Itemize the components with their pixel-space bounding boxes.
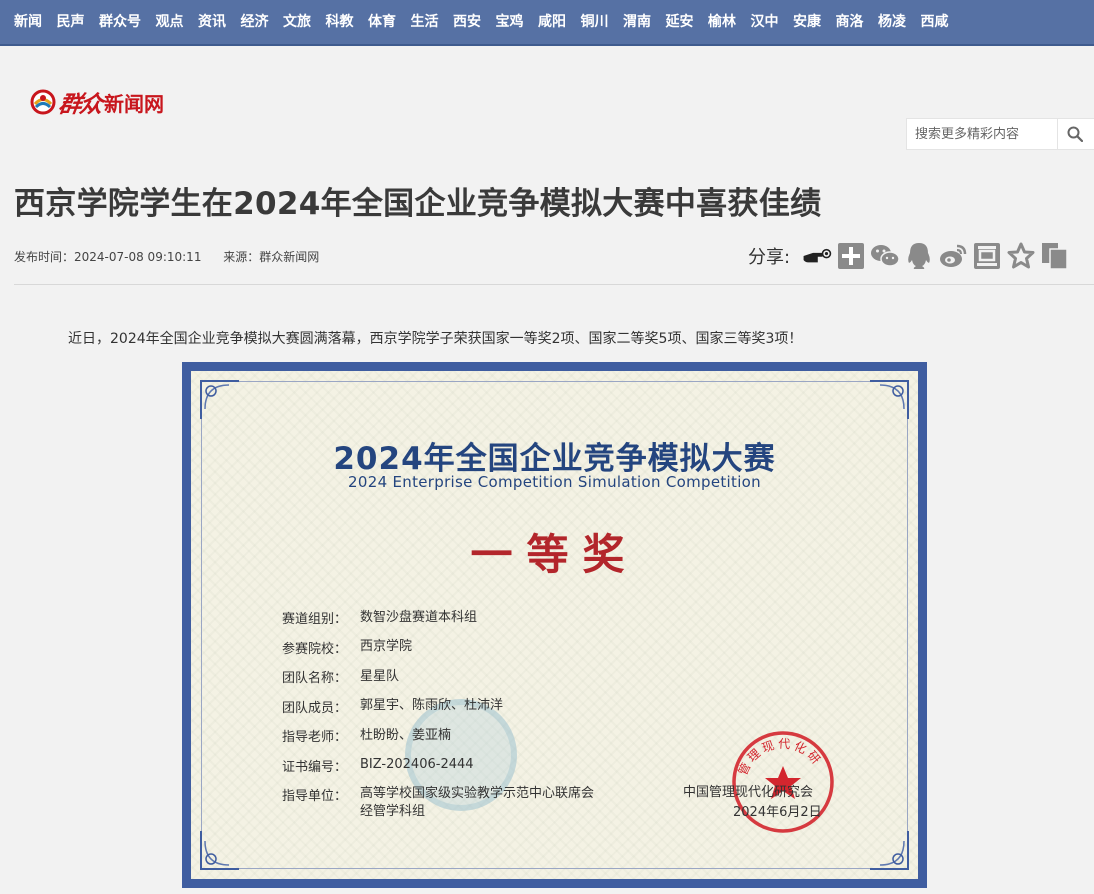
search-box <box>906 118 1094 150</box>
weibo-icon[interactable] <box>938 241 968 271</box>
nav-item[interactable]: 生活 <box>411 11 439 31</box>
search-button[interactable] <box>1058 119 1092 149</box>
certificate-issuer: 中国管理现代化研究会 <box>683 785 814 800</box>
certificate-row-key: 团队成员： <box>282 700 348 716</box>
publish-time: 发布时间：2024-07-08 09:10:11 <box>14 250 202 264</box>
site-logo[interactable]: 群众 新闻网 <box>30 86 164 118</box>
nav-item[interactable]: 延安 <box>666 11 694 31</box>
certificate-row: 指导老师： 杜盼盼、姜亚楠 <box>282 721 594 751</box>
corner-ornament-icon <box>870 831 909 870</box>
certificate-row-value-line: 西京学院 <box>360 639 413 655</box>
article-source: 来源：群众新闻网 <box>223 250 320 264</box>
corner-ornament-icon <box>200 380 239 419</box>
certificate-row-value-line: 高等学校国家级实验教学示范中心联席会 <box>360 786 595 801</box>
certificate-row-value: 高等学校国家级实验教学示范中心联席会 经管学科组 <box>360 785 594 821</box>
search-icon <box>1067 126 1083 142</box>
certificate-title-cn: 2024年全国企业竞争模拟大赛 <box>333 441 776 477</box>
search-input[interactable] <box>907 120 1057 148</box>
certificate-row-value-line: 郭星宇、陈雨欣、杜沛洋 <box>360 698 504 714</box>
nav-item[interactable]: 西咸 <box>921 11 949 31</box>
nav-item[interactable]: 榆林 <box>708 11 736 31</box>
nav-item[interactable]: 民声 <box>57 11 85 31</box>
certificate-award: 一等奖 <box>470 530 639 579</box>
certificate-row-value: BIZ-202406-2444 <box>360 756 474 774</box>
certificate-date: 2024年6月2日 <box>733 805 822 820</box>
article-meta: 发布时间：2024-07-08 09:10:11 来源：群众新闻网 <box>14 248 319 265</box>
share-hand-icon[interactable] <box>802 241 832 271</box>
nav-item[interactable]: 渭南 <box>623 11 651 31</box>
logo-text: 新闻网 <box>104 91 164 116</box>
favorite-icon[interactable] <box>1006 241 1036 271</box>
nav-item[interactable]: 杨凌 <box>878 11 906 31</box>
nav-item[interactable]: 汉中 <box>751 11 779 31</box>
article-lead: 近日，2024年全国企业竞争模拟大赛圆满落幕，西京学院学子荣获国家一等奖2项、国… <box>68 331 803 347</box>
nav-item[interactable]: 商洛 <box>836 11 864 31</box>
nav-item[interactable]: 科教 <box>326 11 354 31</box>
certificate-body: 2024年全国企业竞争模拟大赛 2024 Enterprise Competit… <box>191 371 918 879</box>
certificate-details: 赛道组别： 数智沙盘赛道本科组 参赛院校： 西京学院 团队名称： 星星队 团队成员： 郭星宇、… <box>282 603 594 826</box>
nav-item[interactable]: 体育 <box>368 11 396 31</box>
nav-item[interactable]: 新闻 <box>14 11 42 31</box>
logo-script-text: 群众 <box>56 91 103 118</box>
certificate-row-value: 杜盼盼、姜亚楠 <box>360 727 451 745</box>
certificate-row-value: 郭星宇、陈雨欣、杜沛洋 <box>360 697 503 715</box>
nav-item[interactable]: 咸阳 <box>538 11 566 31</box>
qq-icon[interactable] <box>904 241 934 271</box>
certificate-title-en: 2024 Enterprise Competition Simulation C… <box>348 473 761 491</box>
corner-ornament-icon <box>200 831 239 870</box>
share-label: 分享: <box>748 247 791 268</box>
certificate-row: 赛道组别： 数智沙盘赛道本科组 <box>282 603 594 633</box>
nav-item[interactable]: 群众号 <box>99 11 141 31</box>
share-bar: 分享: <box>748 240 1074 272</box>
douban-icon[interactable] <box>972 241 1002 271</box>
top-nav: 新闻 民声 群众号 观点 资讯 经济 文旅 科教 体育 生活 西安 宝鸡 咸阳 铜川 渭南 延安 榆林 汉中 安康商… <box>0 0 1094 46</box>
certificate-row-key: 赛道组别： <box>282 612 348 628</box>
certificate-row: 证书编号： BIZ-202406-2444 <box>282 751 594 781</box>
top-nav-list: 新闻 民声 群众号 观点 资讯 经济 文旅 科教 体育 生活 西安 宝鸡 咸阳 铜川 渭南 延安 榆林 汉中 安康商… <box>0 0 1094 42</box>
certificate-row: 团队成员： 郭星宇、陈雨欣、杜沛洋 <box>282 692 594 722</box>
plus-icon[interactable] <box>836 241 866 271</box>
certificate-row-value-line: 杜盼盼、姜亚楠 <box>360 727 452 743</box>
certificate-row-value-line: 数智沙盘赛道本科组 <box>360 609 478 625</box>
copy-icon[interactable] <box>1040 241 1070 271</box>
article-title: 西京学院学生在2024年全国企业竞争模拟大赛中喜获佳绩 <box>14 186 822 222</box>
logo-emblem-icon <box>30 89 56 115</box>
certificate-row-key: 指导单位： <box>282 789 348 804</box>
certificate-row: 团队名称： 星星队 <box>282 662 594 692</box>
corner-ornament-icon <box>870 380 909 419</box>
nav-item[interactable]: 西安 <box>453 11 481 31</box>
certificate-image: 2024年全国企业竞争模拟大赛 2024 Enterprise Competit… <box>182 362 927 888</box>
nav-item[interactable]: 文旅 <box>283 11 311 31</box>
header-divider <box>14 284 1094 285</box>
wechat-icon[interactable] <box>870 241 900 271</box>
nav-item[interactable]: 经济 <box>241 11 269 31</box>
nav-item[interactable]: 观点 <box>156 11 184 31</box>
certificate-row: 参赛院校： 西京学院 <box>282 633 594 663</box>
nav-item[interactable]: 铜川 <box>581 11 609 31</box>
certificate-row-value: 西京学院 <box>360 638 412 656</box>
certificate-row-value-line: BIZ-202406-2444 <box>360 757 474 773</box>
nav-item[interactable]: 资讯 <box>198 11 226 31</box>
nav-item[interactable]: 宝鸡 <box>496 11 524 31</box>
certificate-row-key: 证书编号： <box>282 759 348 775</box>
certificate-row-key: 指导老师： <box>282 730 348 746</box>
certificate-row-value: 数智沙盘赛道本科组 <box>360 609 477 627</box>
certificate-row-value-line: 星星队 <box>360 668 400 684</box>
certificate-row-value-line: 经管学科组 <box>360 804 426 819</box>
certificate-row: 指导单位： 高等学校国家级实验教学示范中心联席会 经管学科组 <box>282 780 594 826</box>
certificate-row-key: 参赛院校： <box>282 641 348 657</box>
nav-item[interactable]: 安康 <box>793 11 821 31</box>
certificate-row-key: 团队名称： <box>282 671 348 687</box>
certificate-row-value: 星星队 <box>360 668 399 686</box>
